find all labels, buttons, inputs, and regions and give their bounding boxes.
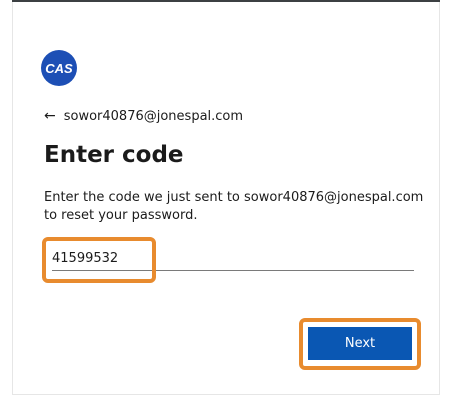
account-email: sowor40876@jonespal.com (63, 108, 244, 124)
instruction-text: Enter the code we just sent to sowor4087… (44, 190, 424, 223)
back-row[interactable]: ← sowor40876@jonespal.com (44, 108, 243, 124)
page-title: Enter code (44, 142, 184, 168)
code-input[interactable] (52, 246, 414, 271)
cas-logo: CAS (41, 50, 77, 86)
next-button[interactable]: Next (308, 327, 412, 360)
arrow-left-icon[interactable]: ← (44, 108, 56, 124)
page: CAS ← sowor40876@jonespal.com Enter code… (0, 0, 450, 404)
svg-text:CAS: CAS (45, 61, 73, 76)
cas-logo-mark: CAS (45, 61, 73, 76)
